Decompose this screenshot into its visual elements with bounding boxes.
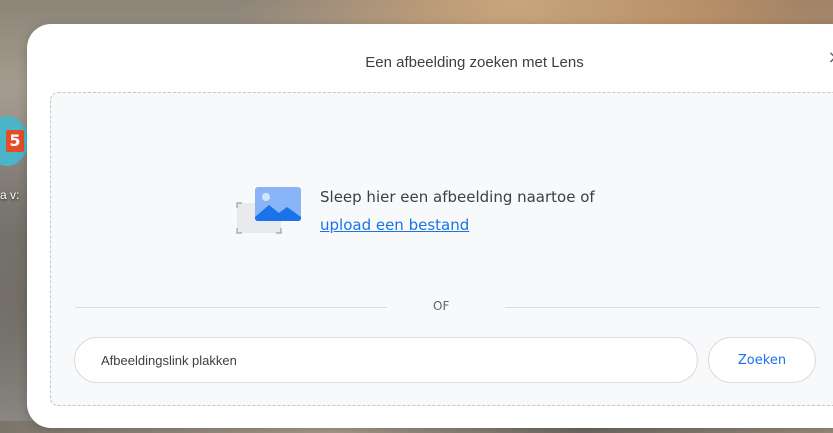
image-drop-zone[interactable]: Sleep hier een afbeelding naartoe of upl…	[50, 92, 833, 406]
or-divider: OF	[75, 297, 820, 317]
dialog-title: Een afbeelding zoeken met Lens	[365, 54, 584, 71]
divider-line-right	[505, 307, 820, 308]
html5-icon: 5	[6, 130, 24, 152]
drop-instructions: Sleep hier een afbeelding naartoe of upl…	[320, 185, 595, 237]
divider-label: OF	[433, 299, 450, 313]
desktop-icon-label: a v:	[0, 188, 20, 202]
divider-line-left	[75, 307, 387, 308]
image-link-input[interactable]	[74, 337, 698, 383]
close-icon[interactable]: ×	[825, 48, 833, 68]
lens-search-dialog: Een afbeelding zoeken met Lens × Sleep h…	[27, 24, 833, 428]
drop-instruction-text: Sleep hier een afbeelding naartoe of	[320, 188, 595, 206]
desktop-app-icon[interactable]: 5	[0, 116, 28, 166]
search-button[interactable]: Zoeken	[708, 337, 816, 383]
image-placeholder-icon	[236, 187, 301, 234]
upload-file-link[interactable]: upload een bestand	[320, 213, 469, 237]
